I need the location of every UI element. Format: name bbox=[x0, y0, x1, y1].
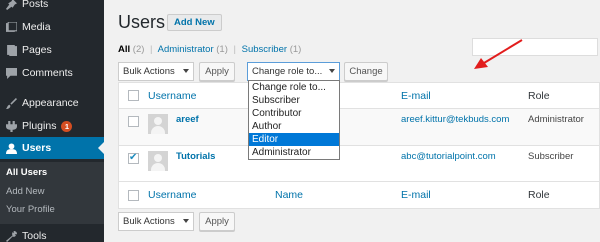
apply-button[interactable]: Apply bbox=[199, 62, 235, 81]
column-username-footer[interactable]: Username bbox=[148, 189, 196, 201]
sidebar-item-label: Plugins bbox=[22, 120, 57, 132]
row-role: Administrator bbox=[528, 114, 584, 125]
bulk-actions-value: Bulk Actions bbox=[123, 216, 175, 227]
sidebar-item-plugins[interactable]: Plugins 1 bbox=[0, 115, 104, 137]
row-username[interactable]: areef bbox=[176, 114, 199, 125]
chevron-down-icon bbox=[329, 69, 335, 73]
role-option-administrator[interactable]: Administrator bbox=[249, 146, 339, 159]
filter-all-count: (2) bbox=[132, 44, 145, 55]
sidebar-item-label: Pages bbox=[22, 44, 52, 56]
sidebar-item-tools[interactable]: Tools bbox=[0, 225, 104, 242]
user-role-filter: All (2) | Administrator (1) | Subscriber… bbox=[118, 44, 301, 55]
sidebar-item-appearance[interactable]: Appearance bbox=[0, 92, 104, 114]
role-option-subscriber[interactable]: Subscriber bbox=[249, 94, 339, 107]
admin-sidebar: Posts Media Pages Comments Appearance Pl… bbox=[0, 0, 104, 242]
wrench-icon bbox=[0, 230, 22, 242]
role-option-editor[interactable]: Editor bbox=[249, 133, 339, 146]
filter-administrator[interactable]: Administrator bbox=[158, 44, 214, 55]
filter-subscriber-count: (1) bbox=[289, 44, 302, 55]
media-icon bbox=[0, 21, 22, 33]
sidebar-item-label: Users bbox=[22, 142, 52, 154]
avatar bbox=[148, 114, 168, 134]
update-count-badge: 1 bbox=[61, 120, 73, 132]
role-option-contributor[interactable]: Contributor bbox=[249, 107, 339, 120]
select-all-checkbox[interactable] bbox=[128, 90, 139, 101]
bulk-actions-value: Bulk Actions bbox=[123, 66, 175, 77]
users-table: Username Name E-mail Role areef areef.ki… bbox=[118, 82, 600, 209]
submenu-your-profile[interactable]: Your Profile bbox=[6, 204, 55, 215]
chevron-down-icon bbox=[183, 69, 189, 73]
sidebar-item-media[interactable]: Media bbox=[0, 16, 104, 38]
change-role-dropdown: Change role to... Subscriber Contributor… bbox=[248, 80, 340, 160]
row-email[interactable]: areef.kittur@tekbuds.com bbox=[401, 114, 509, 125]
brush-icon bbox=[0, 97, 22, 109]
sidebar-item-label: Media bbox=[22, 21, 51, 33]
user-icon bbox=[0, 142, 22, 154]
column-name-footer[interactable]: Name bbox=[275, 189, 303, 201]
pushpin-icon bbox=[0, 0, 22, 10]
page-icon bbox=[0, 44, 22, 56]
sidebar-item-label: Tools bbox=[22, 230, 47, 242]
page-title: Users bbox=[118, 12, 166, 32]
sidebar-item-pages[interactable]: Pages bbox=[0, 39, 104, 61]
table-row: Tutorials abc@tutorialpoint.com Subscrib… bbox=[119, 146, 599, 182]
submenu-all-users[interactable]: All Users bbox=[6, 167, 47, 178]
chevron-down-icon bbox=[183, 219, 189, 223]
column-email-footer[interactable]: E-mail bbox=[401, 189, 431, 201]
change-role-value: Change role to... bbox=[252, 66, 323, 77]
change-role-select[interactable]: Change role to... bbox=[247, 62, 340, 81]
row-email[interactable]: abc@tutorialpoint.com bbox=[401, 151, 496, 162]
bulk-actions-select[interactable]: Bulk Actions bbox=[118, 62, 194, 81]
select-all-checkbox-footer[interactable] bbox=[128, 190, 139, 201]
users-submenu: All Users Add New Your Profile bbox=[0, 162, 104, 224]
filter-subscriber[interactable]: Subscriber bbox=[242, 44, 287, 55]
sidebar-item-users[interactable]: Users bbox=[0, 137, 104, 159]
apply-button-bottom[interactable]: Apply bbox=[199, 212, 235, 231]
row-username[interactable]: Tutorials bbox=[176, 151, 215, 162]
red-arrow-annotation bbox=[474, 39, 523, 69]
column-role-footer: Role bbox=[528, 189, 550, 201]
filter-separator: | bbox=[233, 44, 236, 55]
role-option-author[interactable]: Author bbox=[249, 120, 339, 133]
filter-all[interactable]: All bbox=[118, 44, 130, 55]
table-footer-row: Username Name E-mail Role bbox=[119, 182, 599, 209]
avatar bbox=[148, 151, 168, 171]
sidebar-item-posts[interactable]: Posts bbox=[0, 0, 104, 15]
column-role: Role bbox=[528, 90, 550, 102]
table-row: areef areef.kittur@tekbuds.com Administr… bbox=[119, 109, 599, 146]
row-checkbox-checked[interactable] bbox=[128, 152, 139, 164]
filter-separator: | bbox=[150, 44, 153, 55]
role-option-placeholder[interactable]: Change role to... bbox=[249, 81, 339, 94]
sidebar-item-label: Appearance bbox=[22, 97, 79, 109]
change-role-button[interactable]: Change bbox=[344, 62, 388, 81]
column-username[interactable]: Username bbox=[148, 90, 196, 102]
row-checkbox[interactable] bbox=[128, 116, 139, 127]
sidebar-item-comments[interactable]: Comments bbox=[0, 62, 104, 84]
sidebar-item-label: Comments bbox=[22, 67, 73, 79]
comment-icon bbox=[0, 67, 22, 79]
submenu-add-new[interactable]: Add New bbox=[6, 186, 45, 197]
table-header-row: Username Name E-mail Role bbox=[119, 83, 599, 109]
row-role: Subscriber bbox=[528, 151, 574, 162]
column-email[interactable]: E-mail bbox=[401, 90, 431, 102]
sidebar-item-label: Posts bbox=[22, 0, 49, 10]
filter-administrator-count: (1) bbox=[216, 44, 228, 55]
add-new-button[interactable]: Add New bbox=[167, 14, 222, 31]
plugin-icon bbox=[0, 120, 22, 132]
bulk-actions-select-bottom[interactable]: Bulk Actions bbox=[118, 212, 194, 231]
main-content: Users Add New All (2) | Administrator (1… bbox=[104, 0, 600, 242]
